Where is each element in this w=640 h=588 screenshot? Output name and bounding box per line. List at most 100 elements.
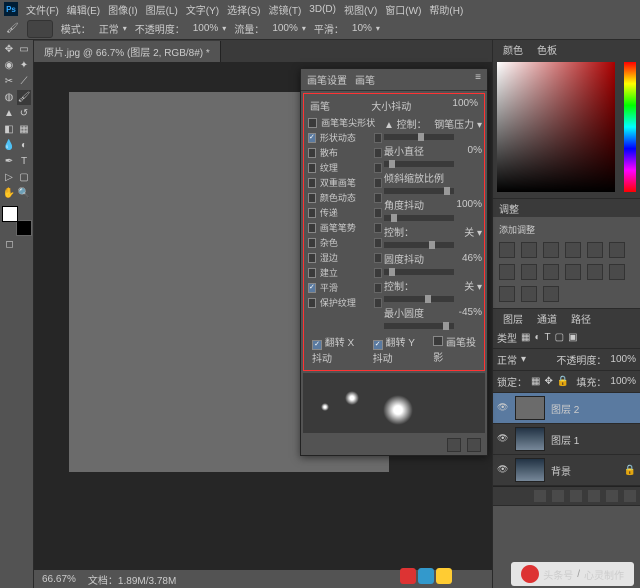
slider[interactable] xyxy=(384,134,454,140)
zoom-tool[interactable]: 🔍 xyxy=(17,186,31,201)
checkbox[interactable] xyxy=(308,238,316,248)
checkbox[interactable] xyxy=(308,208,316,218)
fg-bg-color[interactable] xyxy=(2,206,32,236)
brush-option-label[interactable]: 保护纹理 xyxy=(320,296,370,309)
tab-color[interactable]: 颜色 xyxy=(499,40,527,59)
layer-name[interactable]: 背景 xyxy=(551,463,571,478)
brush-option-label[interactable]: 纹理 xyxy=(320,161,370,174)
adj-gradmap-icon[interactable] xyxy=(521,286,537,302)
menu-filter[interactable]: 滤镜(T) xyxy=(265,0,306,19)
brush-option-label[interactable]: 传递 xyxy=(320,206,370,219)
adj-lut-icon[interactable] xyxy=(565,264,581,280)
checkbox[interactable] xyxy=(308,283,316,293)
heal-tool[interactable]: ◍ xyxy=(2,90,16,105)
layer-opacity-input[interactable]: 100% xyxy=(610,354,636,365)
group-icon[interactable] xyxy=(588,490,600,502)
control-value[interactable]: -45% xyxy=(459,307,482,318)
brush-tool[interactable]: 🖌 xyxy=(17,90,31,105)
tab-brush-settings[interactable]: 画笔设置 xyxy=(307,72,347,87)
menu-3d[interactable]: 3D(D) xyxy=(305,2,340,17)
menu-view[interactable]: 视图(V) xyxy=(340,0,381,19)
color-hue-slider[interactable] xyxy=(624,62,636,192)
adj-poster-icon[interactable] xyxy=(609,264,625,280)
filter-smart-icon[interactable]: ▣ xyxy=(568,332,577,343)
control-value[interactable]: 0% xyxy=(468,145,482,156)
mode-select[interactable]: 正常 xyxy=(99,21,127,36)
brush-option-label[interactable]: 湿边 xyxy=(320,251,370,264)
slider[interactable] xyxy=(384,161,454,167)
panel-menu-icon[interactable]: ≡ xyxy=(475,72,481,87)
filter-adj-icon[interactable]: ◐ xyxy=(534,332,540,343)
brush-option-label[interactable]: 散布 xyxy=(320,146,370,159)
new-layer-icon[interactable] xyxy=(606,490,618,502)
checkbox[interactable] xyxy=(308,223,316,233)
path-tool[interactable]: ▷ xyxy=(2,170,16,185)
brush-option-label[interactable]: 双重画笔 xyxy=(320,176,370,189)
checkbox[interactable] xyxy=(308,298,316,308)
checkbox[interactable] xyxy=(308,193,316,203)
filter-pixel-icon[interactable]: ▦ xyxy=(521,332,530,343)
control-value[interactable]: 46% xyxy=(462,253,482,264)
slider[interactable] xyxy=(384,188,454,194)
menu-layer[interactable]: 图层(L) xyxy=(142,0,182,19)
slider[interactable] xyxy=(384,323,454,329)
brush-option-label[interactable]: 颜色动态 xyxy=(320,191,370,204)
lock-all-icon[interactable]: ▦ xyxy=(531,376,540,387)
checkbox[interactable] xyxy=(308,133,316,143)
brush-option-label[interactable]: 建立 xyxy=(320,266,370,279)
adj-mixer-icon[interactable] xyxy=(543,264,559,280)
adj-invert-icon[interactable] xyxy=(587,264,603,280)
shape-tool[interactable]: ▢ xyxy=(17,170,31,185)
quickmask-tool[interactable]: ◻ xyxy=(2,237,17,252)
history-brush-tool[interactable]: ↺ xyxy=(17,106,31,121)
eraser-tool[interactable]: ◧ xyxy=(2,122,16,137)
lasso-tool[interactable]: ◉ xyxy=(2,58,16,73)
adj-levels-icon[interactable] xyxy=(521,242,537,258)
tab-channels[interactable]: 通道 xyxy=(533,309,561,328)
blend-mode-select[interactable]: 正常 xyxy=(497,352,517,367)
adj-exposure-icon[interactable] xyxy=(565,242,581,258)
slider[interactable] xyxy=(384,296,454,302)
layer-row[interactable]: 背景 🔒 xyxy=(493,455,640,486)
visibility-icon[interactable] xyxy=(497,433,509,445)
doc-tab[interactable]: 原片.jpg @ 66.7% (图层 2, RGB/8#) * xyxy=(34,41,221,62)
menu-type[interactable]: 文字(Y) xyxy=(182,0,223,19)
control-value[interactable]: 关 ▾ xyxy=(464,278,482,293)
brush-option-label[interactable]: 形状动态 xyxy=(320,131,370,144)
hand-tool[interactable]: ✋ xyxy=(2,186,16,201)
checkbox[interactable] xyxy=(373,340,383,350)
slider[interactable] xyxy=(384,215,454,221)
stamp-tool[interactable]: ▲ xyxy=(2,106,16,121)
checkbox[interactable] xyxy=(308,163,316,173)
menu-image[interactable]: 图像(I) xyxy=(104,0,141,19)
trash-preset-icon[interactable] xyxy=(467,438,481,452)
menu-file[interactable]: 文件(F) xyxy=(22,0,63,19)
mask-icon[interactable] xyxy=(552,490,564,502)
lock-icon[interactable] xyxy=(374,268,382,278)
tab-paths[interactable]: 路径 xyxy=(567,309,595,328)
eyedropper-tool[interactable]: ⟋ xyxy=(17,74,31,89)
filter-type-icon[interactable]: T xyxy=(545,332,551,343)
control-value[interactable]: 关 ▾ xyxy=(464,224,482,239)
lock-icon[interactable] xyxy=(374,193,382,203)
adj-hue-icon[interactable] xyxy=(609,242,625,258)
lock-icon[interactable] xyxy=(374,253,382,263)
layer-thumb[interactable] xyxy=(515,427,545,451)
checkbox[interactable] xyxy=(308,178,316,188)
fx-icon[interactable] xyxy=(534,490,546,502)
control-value[interactable]: 100% xyxy=(456,199,482,210)
brush-option-label[interactable]: 平滑 xyxy=(320,281,370,294)
flow-input[interactable]: 100% xyxy=(272,23,306,34)
color-sv-field[interactable] xyxy=(497,62,615,192)
brush-preset-picker[interactable] xyxy=(27,20,53,38)
tab-layers[interactable]: 图层 xyxy=(499,309,527,328)
menu-help[interactable]: 帮助(H) xyxy=(425,0,467,19)
adj-photo-icon[interactable] xyxy=(521,264,537,280)
adj-layer-icon[interactable] xyxy=(570,490,582,502)
layer-row[interactable]: 图层 2 xyxy=(493,393,640,424)
move-tool[interactable]: ✥ xyxy=(2,42,16,57)
adj-curves-icon[interactable] xyxy=(543,242,559,258)
gradient-tool[interactable]: ▦ xyxy=(17,122,31,137)
wand-tool[interactable]: ✦ xyxy=(17,58,31,73)
lock-icon[interactable] xyxy=(374,223,382,233)
